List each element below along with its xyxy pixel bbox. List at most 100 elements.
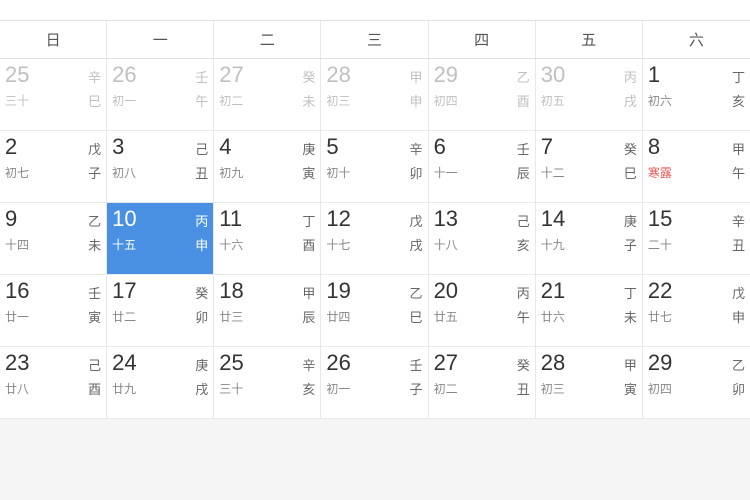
heavenly-stem: 癸 bbox=[624, 139, 637, 158]
lunar-day: 初四 bbox=[648, 380, 672, 397]
day-number: 8 bbox=[648, 135, 660, 159]
heavenly-stem: 癸 bbox=[517, 355, 530, 374]
earthly-branch: 戌 bbox=[624, 91, 637, 110]
lunar-day: 三十 bbox=[219, 380, 243, 397]
day-cell[interactable]: 15辛二十丑 bbox=[643, 203, 750, 275]
calendar: 日一二三四五六 25辛三十巳26壬初一午27癸初二未28甲初三申29乙初四酉30… bbox=[0, 20, 750, 419]
earthly-branch: 辰 bbox=[517, 163, 530, 182]
earthly-branch: 寅 bbox=[624, 379, 637, 398]
weekday-label: 六 bbox=[643, 21, 750, 58]
heavenly-stem: 壬 bbox=[410, 355, 423, 374]
day-cell[interactable]: 12戊十七戌 bbox=[321, 203, 428, 275]
heavenly-stem: 甲 bbox=[624, 355, 637, 374]
heavenly-stem: 乙 bbox=[517, 67, 530, 86]
heavenly-stem: 癸 bbox=[302, 67, 315, 86]
lunar-day: 十五 bbox=[112, 236, 136, 253]
lunar-day: 廿八 bbox=[5, 380, 29, 397]
day-number: 29 bbox=[434, 63, 458, 87]
day-number: 16 bbox=[5, 279, 29, 303]
day-number: 22 bbox=[648, 279, 672, 303]
day-cell[interactable]: 17癸廿二卯 bbox=[107, 275, 214, 347]
earthly-branch: 亥 bbox=[302, 379, 315, 398]
day-number: 4 bbox=[219, 135, 231, 159]
day-cell[interactable]: 9乙十四未 bbox=[0, 203, 107, 275]
day-cell[interactable]: 1丁初六亥 bbox=[643, 59, 750, 131]
heavenly-stem: 乙 bbox=[732, 355, 745, 374]
day-number: 2 bbox=[5, 135, 17, 159]
day-cell[interactable]: 16壬廿一寅 bbox=[0, 275, 107, 347]
day-cell[interactable]: 28甲初三寅 bbox=[536, 347, 643, 419]
lunar-day: 初四 bbox=[434, 92, 458, 109]
day-number: 25 bbox=[219, 351, 243, 375]
day-cell[interactable]: 20丙廿五午 bbox=[429, 275, 536, 347]
heavenly-stem: 庚 bbox=[624, 211, 637, 230]
lunar-day: 十二 bbox=[541, 164, 565, 181]
heavenly-stem: 辛 bbox=[410, 139, 423, 158]
day-cell[interactable]: 10 丙十五 申 bbox=[107, 203, 214, 275]
day-number: 27 bbox=[219, 63, 243, 87]
day-number: 17 bbox=[112, 279, 136, 303]
day-cell[interactable]: 25辛三十巳 bbox=[0, 59, 107, 131]
lunar-day: 初二 bbox=[434, 380, 458, 397]
day-cell[interactable]: 25辛三十亥 bbox=[214, 347, 321, 419]
earthly-branch: 卯 bbox=[410, 163, 423, 182]
day-cell[interactable]: 26壬初一子 bbox=[321, 347, 428, 419]
day-number: 5 bbox=[326, 135, 338, 159]
day-number: 18 bbox=[219, 279, 243, 303]
heavenly-stem: 壬 bbox=[195, 67, 208, 86]
day-cell[interactable]: 3己初八丑 bbox=[107, 131, 214, 203]
lunar-day: 二十 bbox=[648, 236, 672, 253]
lunar-day: 十八 bbox=[434, 236, 458, 253]
day-number: 21 bbox=[541, 279, 565, 303]
weekday-label: 三 bbox=[321, 21, 428, 58]
day-cell[interactable]: 27癸初二未 bbox=[214, 59, 321, 131]
day-cell[interactable]: 4庚初九寅 bbox=[214, 131, 321, 203]
calendar-grid: 25辛三十巳26壬初一午27癸初二未28甲初三申29乙初四酉30丙初五戌1丁初六… bbox=[0, 58, 750, 419]
day-number: 11 bbox=[219, 207, 242, 231]
heavenly-stem: 壬 bbox=[517, 139, 530, 158]
day-cell[interactable]: 29 乙初四 酉 bbox=[429, 59, 536, 131]
day-cell[interactable]: 21丁廿六未 bbox=[536, 275, 643, 347]
day-cell[interactable]: 27癸初二丑 bbox=[429, 347, 536, 419]
day-cell[interactable]: 5辛初十卯 bbox=[321, 131, 428, 203]
day-cell[interactable]: 19乙廿四巳 bbox=[321, 275, 428, 347]
day-cell[interactable]: 24庚廿九戌 bbox=[107, 347, 214, 419]
day-cell[interactable]: 18甲廿三辰 bbox=[214, 275, 321, 347]
lunar-day: 初一 bbox=[326, 380, 350, 397]
day-cell[interactable]: 14庚十九子 bbox=[536, 203, 643, 275]
lunar-day: 廿三 bbox=[219, 308, 243, 325]
earthly-branch: 寅 bbox=[302, 163, 315, 182]
heavenly-stem: 丁 bbox=[302, 211, 315, 230]
weekday-row: 日一二三四五六 bbox=[0, 20, 750, 58]
day-cell[interactable]: 6壬十一辰 bbox=[429, 131, 536, 203]
lunar-day: 廿一 bbox=[5, 308, 29, 325]
heavenly-stem: 丁 bbox=[732, 67, 745, 86]
earthly-branch: 申 bbox=[195, 235, 208, 254]
heavenly-stem: 戊 bbox=[732, 283, 745, 302]
day-cell[interactable]: 13己十八亥 bbox=[429, 203, 536, 275]
heavenly-stem: 丙 bbox=[195, 211, 208, 230]
earthly-branch: 辰 bbox=[302, 307, 315, 326]
day-cell[interactable]: 29乙初四卯 bbox=[643, 347, 750, 419]
day-cell[interactable]: 30丙初五戌 bbox=[536, 59, 643, 131]
day-number: 28 bbox=[541, 351, 565, 375]
day-number: 10 bbox=[112, 207, 136, 231]
day-cell[interactable]: 7癸十二巳 bbox=[536, 131, 643, 203]
weekday-label: 四 bbox=[429, 21, 536, 58]
day-cell[interactable]: 26壬初一午 bbox=[107, 59, 214, 131]
day-number: 13 bbox=[434, 207, 458, 231]
day-cell[interactable]: 8甲寒露午 bbox=[643, 131, 750, 203]
earthly-branch: 卯 bbox=[195, 307, 208, 326]
day-cell[interactable]: 28甲初三申 bbox=[321, 59, 428, 131]
earthly-branch: 寅 bbox=[88, 307, 101, 326]
day-cell[interactable]: 22戊廿七申 bbox=[643, 275, 750, 347]
earthly-branch: 丑 bbox=[517, 379, 530, 398]
day-cell[interactable]: 2戊初七子 bbox=[0, 131, 107, 203]
day-cell[interactable]: 23己廿八酉 bbox=[0, 347, 107, 419]
earthly-branch: 申 bbox=[732, 307, 745, 326]
day-cell[interactable]: 11丁十六酉 bbox=[214, 203, 321, 275]
earthly-branch: 巳 bbox=[624, 163, 637, 182]
lunar-day: 初九 bbox=[219, 164, 243, 181]
earthly-branch: 酉 bbox=[517, 91, 530, 110]
day-number: 9 bbox=[5, 207, 17, 231]
